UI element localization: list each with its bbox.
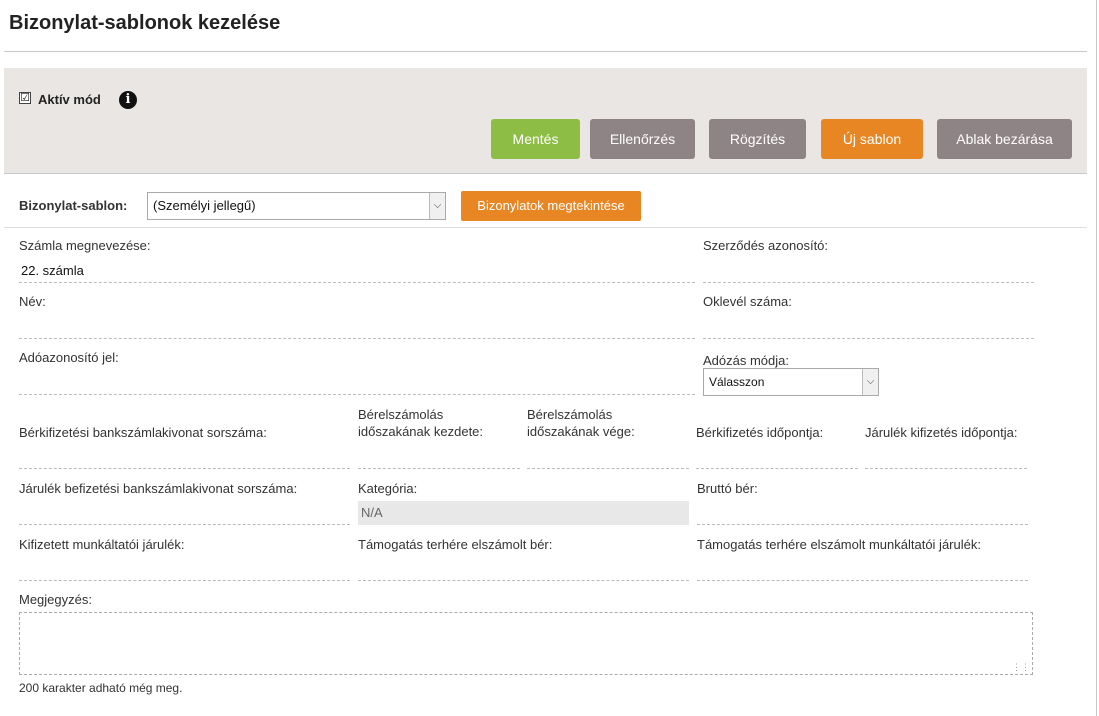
subsidized-employer-contribution-field[interactable] <box>697 557 1028 581</box>
close-window-button[interactable]: Ablak bezárása <box>937 119 1072 159</box>
chevron-down-icon: ⌵ <box>862 369 878 395</box>
period-end-field[interactable] <box>527 445 689 469</box>
form-divider <box>4 227 1087 228</box>
period-start-label-line2: időszakának kezdete: <box>358 424 484 439</box>
note-label: Megjegyzés: <box>19 592 92 607</box>
subsidized-employer-contribution-label: Támogatás terhére elszámolt munkáltatói … <box>697 537 981 552</box>
invoice-name-label: Számla megnevezése: <box>19 238 151 253</box>
tax-id-field[interactable] <box>19 371 695 395</box>
template-select-value: (Személyi jellegű) <box>153 198 256 213</box>
gross-wage-field[interactable] <box>697 501 1028 525</box>
taxation-mode-value: Válasszon <box>709 375 765 389</box>
save-button[interactable]: Mentés <box>491 119 580 159</box>
diploma-number-field[interactable] <box>703 315 1034 339</box>
category-field: N/A <box>358 501 689 525</box>
diploma-number-label: Oklevél száma: <box>703 294 792 309</box>
category-label: Kategória: <box>358 481 418 496</box>
note-character-hint: 200 karakter adható még meg. <box>19 681 183 695</box>
template-select[interactable]: (Személyi jellegű) ⌵ <box>147 192 446 220</box>
check-button[interactable]: Ellenőrzés <box>590 119 695 159</box>
period-start-label-line1: Bérelszámolás <box>358 407 444 422</box>
checkmark-icon: ☑ <box>20 92 30 104</box>
contribution-date-label: Járulék kifizetés időpontja: <box>865 425 1018 440</box>
gross-wage-label: Bruttó bér: <box>697 481 758 496</box>
info-icon[interactable]: i <box>119 91 137 109</box>
page-title: Bizonylat-sablonok kezelése <box>9 12 281 34</box>
resize-handle-icon[interactable]: ⋮⋮ <box>1012 663 1030 672</box>
wage-statement-no-label: Bérkifizetési bankszámlakivonat sorszáma… <box>19 425 267 440</box>
tax-id-label: Adóazonosító jel: <box>19 350 119 365</box>
window-right-border <box>1096 0 1097 716</box>
employer-contribution-field[interactable] <box>19 557 350 581</box>
wage-statement-no-field[interactable] <box>19 445 350 469</box>
contract-id-field[interactable] <box>703 259 1034 283</box>
active-mode-checkbox[interactable]: ☑ <box>19 92 31 104</box>
contribution-statement-no-label: Járulék befizetési bankszámlakivonat sor… <box>19 481 298 496</box>
view-documents-button[interactable]: Bizonylatok megtekintése <box>461 191 641 221</box>
employer-contribution-label: Kifizetett munkáltatói járulék: <box>19 537 185 552</box>
contract-id-label: Szerződés azonosító: <box>703 238 829 253</box>
contribution-statement-no-field[interactable] <box>19 501 350 525</box>
template-label: Bizonylat-sablon: <box>19 198 128 213</box>
subsidized-wage-label: Támogatás terhére elszámolt bér: <box>358 537 553 552</box>
invoice-name-field[interactable]: 22. számla <box>19 259 695 283</box>
payment-date-field[interactable] <box>696 445 858 469</box>
chevron-down-icon: ⌵ <box>429 193 445 219</box>
name-label: Név: <box>19 294 46 309</box>
name-field[interactable] <box>19 315 695 339</box>
active-mode-label[interactable]: Aktív mód <box>38 92 101 107</box>
payment-date-label: Bérkifizetés időpontja: <box>696 425 824 440</box>
subsidized-wage-field[interactable] <box>358 557 689 581</box>
taxation-mode-label: Adózás módja: <box>703 353 789 368</box>
period-end-label-line1: Bérelszámolás <box>527 407 613 422</box>
contribution-date-field[interactable] <box>865 445 1027 469</box>
note-textarea[interactable]: ⋮⋮ <box>19 612 1033 675</box>
record-button[interactable]: Rögzítés <box>709 119 806 159</box>
taxation-mode-select[interactable]: Válasszon ⌵ <box>703 368 879 396</box>
title-divider <box>4 51 1087 52</box>
period-end-label-line2: időszakának vége: <box>527 424 635 439</box>
new-template-button[interactable]: Új sablon <box>821 119 923 159</box>
period-start-field[interactable] <box>358 445 520 469</box>
